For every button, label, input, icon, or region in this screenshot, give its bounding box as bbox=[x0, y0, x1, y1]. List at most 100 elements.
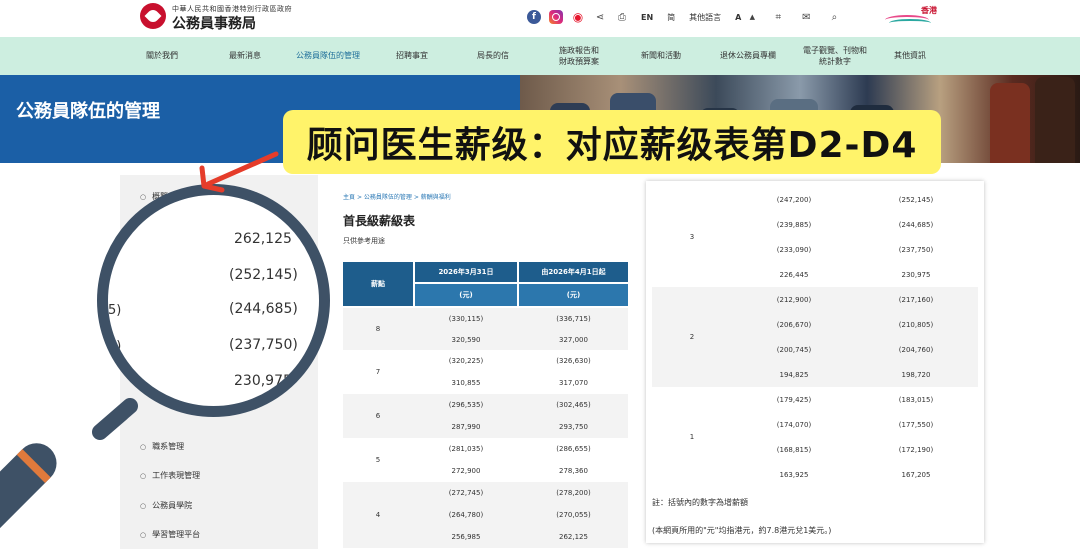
breadcrumb-separator: > bbox=[356, 194, 364, 201]
table-cell-point: 3 bbox=[689, 233, 695, 241]
table-cell-point: 5 bbox=[375, 456, 381, 464]
table-cell: (204,760) bbox=[898, 345, 934, 354]
table-cell: 272,900 bbox=[451, 467, 481, 475]
nav-item-secretary-letter[interactable]: 局長的信 bbox=[458, 37, 528, 75]
lang-en-link[interactable]: EN bbox=[641, 13, 653, 22]
table-cell: (210,805) bbox=[898, 320, 934, 329]
table-header-point: 薪點 bbox=[343, 262, 413, 306]
table-cell: (168,815) bbox=[776, 445, 812, 454]
magnified-value: (244,685) bbox=[229, 301, 298, 317]
table-note: 註：括號內的數字為增薪額 bbox=[652, 498, 748, 507]
banner-figure bbox=[990, 83, 1030, 163]
table-cell: (233,090) bbox=[776, 245, 812, 254]
table-cell: 287,990 bbox=[451, 423, 481, 431]
nav-item-recruitment[interactable]: 招聘事宜 bbox=[377, 37, 447, 75]
brand-hk-text: 香港 bbox=[921, 6, 937, 15]
table-cell: (247,200) bbox=[776, 195, 812, 204]
nav-item-retired-column[interactable]: 退休公務員專欄 bbox=[706, 37, 790, 75]
nav-item-policy-address-budget[interactable]: 施政報告和 財政預算案 bbox=[540, 37, 618, 75]
share-icon[interactable]: ⋖ bbox=[593, 10, 607, 24]
table-cell: 327,000 bbox=[559, 335, 588, 344]
table-cell: 278,360 bbox=[559, 467, 588, 475]
table-cell: 262,125 bbox=[559, 533, 588, 541]
table-row-group: 1 (179,425) (183,015) (174,070) (177,550… bbox=[652, 387, 978, 487]
sidebar-item-civil-service-college[interactable]: 公務員學院 bbox=[140, 500, 192, 511]
magnifier-lens: 262,125 (252,145) (244,685) (237,750) 23… bbox=[97, 184, 330, 417]
nav-item-publications[interactable]: 電子觀覽、刊物和 統計數字 bbox=[790, 37, 880, 75]
table-cell: (206,670) bbox=[776, 320, 812, 329]
table-cell: (281,035) bbox=[448, 445, 484, 453]
weibo-icon[interactable]: ◉ bbox=[571, 10, 585, 24]
mail-icon[interactable]: ✉ bbox=[799, 10, 813, 24]
font-size-button[interactable]: A bbox=[735, 13, 741, 22]
table-row-group: 2 (212,900) (217,160) (206,670) (210,805… bbox=[652, 287, 978, 387]
brand-hk-logo[interactable]: 香港 bbox=[885, 5, 945, 29]
arrow-icon bbox=[199, 151, 279, 193]
table-cell: (286,655) bbox=[556, 445, 591, 453]
breadcrumb-pay-benefits[interactable]: 薪酬與福利 bbox=[421, 194, 451, 201]
table-cell: (336,715) bbox=[556, 314, 591, 323]
table-cell: (330,115) bbox=[448, 314, 484, 323]
table-cell: (272,745) bbox=[448, 489, 484, 497]
nav-item-other-info[interactable]: 其他資訊 bbox=[875, 37, 945, 75]
table-cell: (179,425) bbox=[776, 395, 812, 404]
table-cell: 317,070 bbox=[559, 379, 588, 387]
table-cell: 256,985 bbox=[451, 533, 481, 541]
table-cell-point: 6 bbox=[375, 412, 381, 420]
breadcrumb-separator: > bbox=[413, 194, 421, 201]
table-cell: (177,550) bbox=[898, 420, 934, 429]
table-cell-point: 1 bbox=[689, 433, 695, 441]
breadcrumb-home[interactable]: 主頁 bbox=[343, 194, 355, 201]
table-cell: (217,160) bbox=[898, 295, 934, 304]
lang-sc-link[interactable]: 简 bbox=[667, 12, 675, 23]
sidebar-item-performance-management[interactable]: 工作表現管理 bbox=[140, 470, 200, 481]
hksar-emblem-icon[interactable] bbox=[140, 3, 166, 29]
nav-item-press-events[interactable]: 新聞和活動 bbox=[626, 37, 696, 75]
other-languages-link[interactable]: 其他語言 bbox=[689, 12, 721, 23]
sidebar-item-learning-platform[interactable]: 學習管理平台 bbox=[140, 529, 200, 540]
page-root: 中華人民共和國香港特別行政區政府 公務員事務局 f ◉ ⋖ ⎙ EN 简 其他語… bbox=[0, 0, 1080, 549]
print-icon[interactable]: ⎙ bbox=[615, 10, 629, 24]
table-cell: (264,780) bbox=[448, 511, 484, 519]
pay-scale-table-continued: 3 (247,200) (252,145) (239,885) (244,685… bbox=[646, 181, 984, 543]
table-cell: (244,685) bbox=[898, 220, 934, 229]
breadcrumb-civil-service-management[interactable]: 公務員隊伍的管理 bbox=[364, 194, 412, 201]
nav-item-about[interactable]: 關於我們 bbox=[127, 37, 197, 75]
table-cell: 226,445 bbox=[779, 270, 809, 279]
table-cell-point: 4 bbox=[375, 511, 381, 519]
qr-code-icon[interactable]: ⌗ bbox=[771, 10, 785, 24]
table-cell-point: 7 bbox=[375, 368, 381, 376]
instagram-icon[interactable] bbox=[549, 10, 563, 24]
table-cell: (174,070) bbox=[776, 420, 812, 429]
table-cell: 320,590 bbox=[451, 335, 481, 344]
search-icon[interactable]: ⌕ bbox=[827, 10, 841, 24]
table-cell: 230,975 bbox=[901, 270, 931, 279]
magnified-value: (252,145) bbox=[229, 267, 298, 283]
page-subtitle: 只供參考用途 bbox=[343, 237, 385, 245]
nav-item-civil-service-management[interactable]: 公務員隊伍的管理 bbox=[288, 37, 368, 75]
magnified-fragment: 0) bbox=[108, 339, 122, 354]
table-cell: 194,825 bbox=[779, 370, 809, 379]
banner-figure bbox=[1035, 77, 1075, 163]
toolbar: f ◉ ⋖ ⎙ EN 简 其他語言 A ▲ ⌗ ✉ ⌕ bbox=[527, 8, 849, 26]
nav-item-news[interactable]: 最新消息 bbox=[210, 37, 280, 75]
table-unit-before: (元) bbox=[415, 284, 517, 306]
magnifier-handle-icon bbox=[0, 398, 138, 539]
sidebar-item-grade-management[interactable]: 職系管理 bbox=[140, 441, 184, 452]
caption-text: 顾问医生薪级：对应薪级表第D2-D4 bbox=[306, 125, 918, 166]
table-cell: (320,225) bbox=[448, 357, 484, 365]
font-size-up-icon: ▲ bbox=[749, 13, 756, 21]
table-cell: (302,465) bbox=[556, 401, 591, 409]
table-cell: 163,925 bbox=[779, 470, 809, 479]
currency-note: (本網頁所用的"元"均指港元，約7.8港元兌1美元。) bbox=[652, 526, 832, 535]
facebook-icon[interactable]: f bbox=[527, 10, 541, 24]
table-header-before: 2026年3月31日 bbox=[415, 262, 517, 282]
department-name[interactable]: 公務員事務局 bbox=[172, 13, 256, 33]
table-cell: (296,535) bbox=[448, 401, 484, 409]
table-cell: (200,745) bbox=[776, 345, 812, 354]
table-cell: (252,145) bbox=[898, 195, 934, 204]
table-cell: (270,055) bbox=[556, 511, 591, 519]
table-unit-after: (元) bbox=[519, 284, 628, 306]
table-cell: (172,190) bbox=[898, 445, 934, 454]
table-cell: (239,885) bbox=[776, 220, 812, 229]
